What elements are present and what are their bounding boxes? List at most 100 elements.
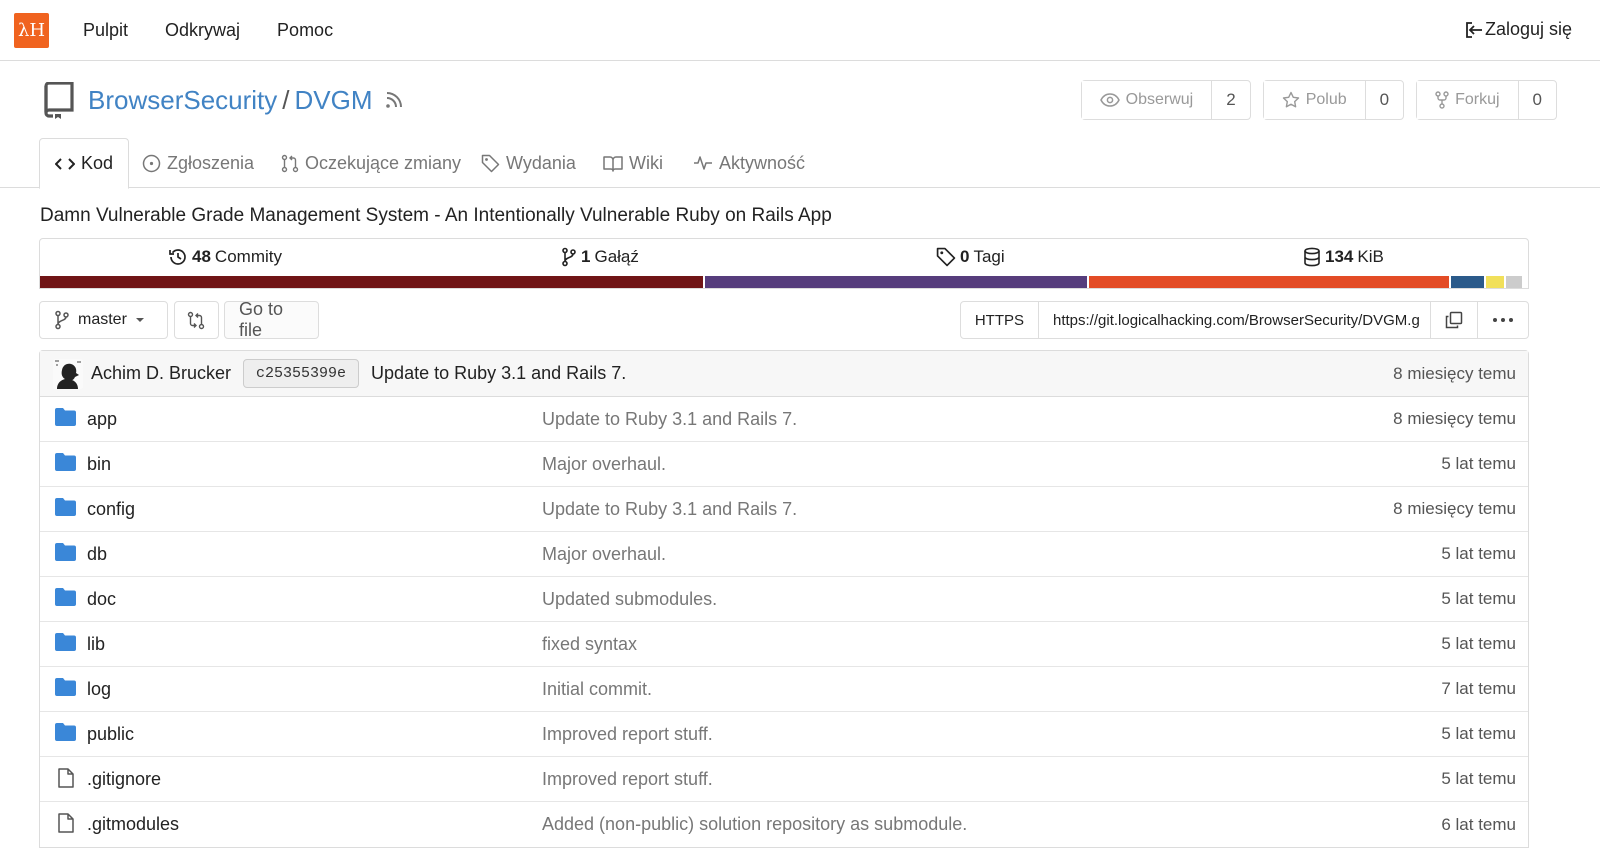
fork-button[interactable]: Forkuj 0 bbox=[1416, 80, 1557, 120]
folder-icon bbox=[55, 678, 76, 701]
language-segment[interactable] bbox=[1505, 276, 1522, 288]
commit-time: 8 miesięcy temu bbox=[1393, 363, 1516, 383]
folder-icon bbox=[55, 543, 76, 566]
branch-icon bbox=[562, 247, 576, 267]
file-row: .gitignore Improved report stuff. 5 lat te… bbox=[40, 757, 1528, 802]
repo-action-buttons: Obserwuj 2 Polub 0 Forkuj 0 bbox=[1080, 80, 1557, 120]
caret-down-icon bbox=[135, 318, 144, 322]
file-icon bbox=[58, 813, 74, 838]
go-to-file-button[interactable]: Go to file bbox=[224, 299, 319, 340]
pull-request-icon bbox=[281, 154, 299, 172]
tab-pull-requests[interactable]: Oczekujące zmiany bbox=[281, 138, 461, 188]
branches-stat[interactable]: 1 Gałąź bbox=[561, 247, 639, 267]
clone-protocol-button[interactable]: HTTPS bbox=[961, 302, 1039, 338]
tab-releases[interactable]: Wydania bbox=[481, 138, 576, 188]
file-commit-time: 8 miesięcy temu bbox=[1393, 499, 1516, 518]
tab-issues-label: Zgłoszenia bbox=[167, 152, 255, 173]
clone-url-input[interactable]: https://git.logicalhacking.com/BrowserSe… bbox=[1039, 302, 1431, 338]
file-commit-message[interactable]: Updated submodules. bbox=[542, 589, 717, 610]
commit-author[interactable]: Achim D. Brucker bbox=[91, 363, 231, 384]
nav-help[interactable]: Pomoc bbox=[277, 20, 333, 41]
file-commit-message[interactable]: Update to Ruby 3.1 and Rails 7. bbox=[542, 499, 797, 520]
file-commit-message[interactable]: Improved report stuff. bbox=[542, 724, 713, 745]
file-commit-time: 7 lat temu bbox=[1441, 679, 1516, 698]
file-name[interactable]: .gitmodules bbox=[87, 814, 179, 835]
language-segment[interactable] bbox=[705, 276, 1090, 288]
file-name[interactable]: app bbox=[87, 409, 117, 430]
watch-count[interactable]: 2 bbox=[1212, 81, 1249, 119]
copy-icon bbox=[1445, 311, 1463, 329]
file-list: Achim D. Brucker c25355399e Update to Ru… bbox=[39, 350, 1529, 848]
file-commit-message[interactable]: Added (non-public) solution repository a… bbox=[542, 814, 967, 835]
file-commit-message[interactable]: Initial commit. bbox=[542, 679, 652, 700]
language-segment[interactable] bbox=[1450, 276, 1487, 288]
commit-message[interactable]: Update to Ruby 3.1 and Rails 7. bbox=[371, 363, 626, 384]
repo-stats: 48 Commity 1 Gałąź 0 Tagi 134 KiB bbox=[39, 238, 1529, 289]
compare-button[interactable] bbox=[174, 301, 219, 339]
branch-selector[interactable]: master bbox=[39, 301, 168, 339]
commits-stat[interactable]: 48 Commity bbox=[168, 247, 282, 267]
fork-count[interactable]: 0 bbox=[1519, 81, 1556, 119]
commits-count: 48 bbox=[192, 247, 211, 266]
file-commit-time: 8 miesięcy temu bbox=[1393, 409, 1516, 428]
file-name[interactable]: log bbox=[87, 679, 111, 700]
language-segment[interactable] bbox=[1089, 276, 1451, 288]
size-stat: 134 KiB bbox=[1303, 247, 1384, 267]
file-name[interactable]: doc bbox=[87, 589, 116, 610]
file-name[interactable]: config bbox=[87, 499, 135, 520]
file-commit-message[interactable]: Update to Ruby 3.1 and Rails 7. bbox=[542, 409, 797, 430]
language-segment[interactable] bbox=[40, 276, 706, 288]
tags-stat[interactable]: 0 Tagi bbox=[936, 247, 1005, 267]
file-commit-time: 5 lat temu bbox=[1441, 769, 1516, 788]
nav-dashboard[interactable]: Pulpit bbox=[83, 20, 128, 41]
file-row: doc Updated submodules. 5 lat temu bbox=[40, 577, 1528, 622]
file-name[interactable]: .gitignore bbox=[87, 769, 161, 790]
file-name[interactable]: bin bbox=[87, 454, 111, 475]
file-commit-message[interactable]: fixed syntax bbox=[542, 634, 637, 655]
rss-icon[interactable] bbox=[384, 90, 404, 110]
eye-icon bbox=[1099, 93, 1120, 107]
repo-name-link[interactable]: DVGM bbox=[295, 85, 373, 116]
star-count[interactable]: 0 bbox=[1366, 81, 1403, 119]
login-link[interactable]: Zaloguj się bbox=[1465, 19, 1572, 40]
database-icon bbox=[1304, 247, 1320, 267]
folder-icon bbox=[55, 498, 76, 521]
tab-wiki[interactable]: Wiki bbox=[603, 138, 663, 188]
file-commit-message[interactable]: Major overhaul. bbox=[542, 454, 666, 475]
tab-code[interactable]: Kod bbox=[39, 138, 130, 189]
repo-owner-link[interactable]: BrowserSecurity bbox=[88, 85, 277, 116]
top-navbar: λH Pulpit Odkrywaj Pomoc Zaloguj się bbox=[0, 0, 1600, 61]
folder-icon bbox=[55, 453, 76, 476]
file-commit-time: 5 lat temu bbox=[1441, 589, 1516, 608]
folder-icon bbox=[55, 633, 76, 656]
file-row: app Update to Ruby 3.1 and Rails 7. 8 mies… bbox=[40, 397, 1528, 442]
file-name[interactable]: db bbox=[87, 544, 107, 565]
language-stats-bar[interactable] bbox=[40, 276, 1528, 288]
site-logo[interactable]: λH bbox=[14, 12, 49, 48]
kebab-horizontal-icon bbox=[1493, 318, 1513, 322]
repo-separator: / bbox=[282, 85, 290, 115]
repo-title: BrowserSecurity / DVGM bbox=[88, 85, 373, 116]
copy-url-button[interactable] bbox=[1431, 302, 1478, 338]
tab-issues[interactable]: Zgłoszenia bbox=[142, 138, 254, 188]
file-row: log Initial commit. 7 lat temu bbox=[40, 667, 1528, 712]
nav-explore[interactable]: Odkrywaj bbox=[165, 20, 240, 41]
language-segment[interactable] bbox=[1486, 276, 1506, 288]
tab-activity[interactable]: Aktywność bbox=[693, 138, 805, 188]
file-name[interactable]: public bbox=[87, 724, 134, 745]
file-commit-message[interactable]: Major overhaul. bbox=[542, 544, 666, 565]
avatar[interactable] bbox=[53, 358, 83, 389]
commit-sha[interactable]: c25355399e bbox=[243, 359, 360, 388]
star-label: Polub bbox=[1305, 91, 1347, 108]
tag-icon bbox=[481, 154, 500, 172]
branch-name: master bbox=[78, 311, 127, 328]
file-name[interactable]: lib bbox=[87, 634, 105, 655]
file-commit-message[interactable]: Improved report stuff. bbox=[542, 769, 713, 790]
watch-button[interactable]: Obserwuj 2 bbox=[1080, 80, 1251, 120]
file-row: .gitmodules Added (non-public) solution r… bbox=[40, 802, 1528, 847]
issue-icon bbox=[142, 154, 161, 172]
star-icon bbox=[1282, 91, 1299, 108]
star-button[interactable]: Polub 0 bbox=[1262, 80, 1405, 120]
tab-releases-label: Wydania bbox=[506, 152, 576, 173]
more-options-button[interactable] bbox=[1478, 302, 1528, 338]
